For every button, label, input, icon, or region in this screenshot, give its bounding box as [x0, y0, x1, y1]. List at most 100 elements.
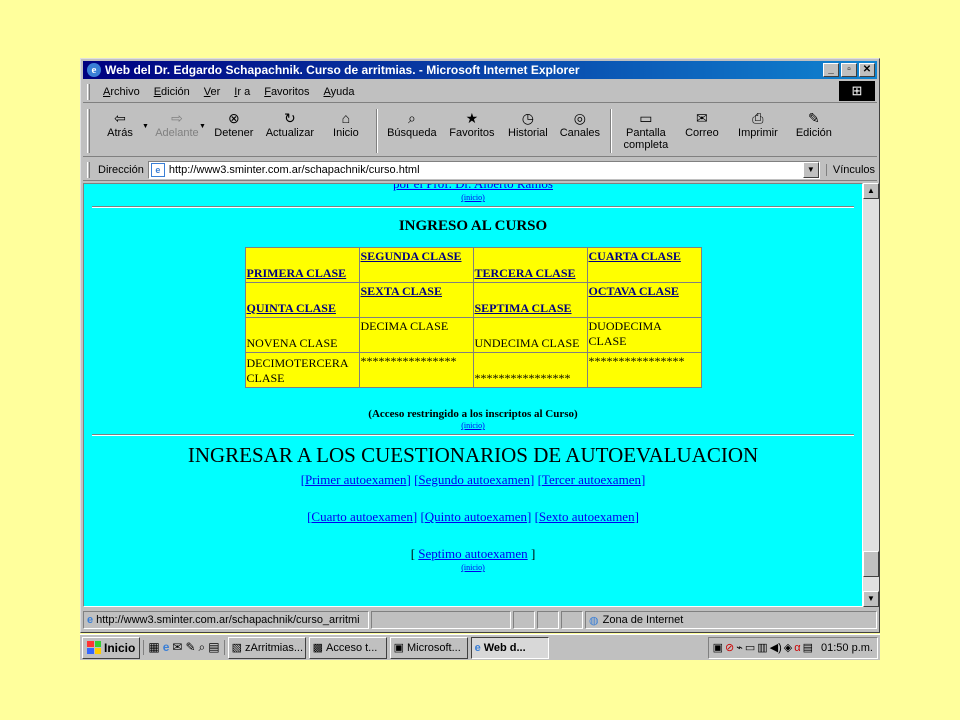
refresh-button[interactable]: ↻ Actualizar	[260, 109, 320, 139]
grip-handle[interactable]	[87, 161, 90, 178]
inicio-link[interactable]: (inicio)	[461, 421, 485, 430]
windows-logo-icon: ⊞	[839, 81, 875, 101]
class-link-5[interactable]: QUINTA CLASE	[247, 301, 336, 315]
classes-table: PRIMERA CLASE SEGUNDA CLASE TERCERA CLAS…	[244, 247, 702, 388]
menu-ayuda[interactable]: Ayuda	[316, 86, 361, 98]
folder-icon[interactable]: ▤	[208, 640, 219, 655]
forward-dropdown-icon[interactable]: ▼	[199, 123, 206, 130]
address-input[interactable]	[168, 163, 803, 176]
speaker-icon[interactable]: ◀)	[770, 641, 782, 654]
zone-label: Zona de Internet	[602, 614, 684, 626]
task-button-microsoft[interactable]: ▣ Microsoft...	[389, 636, 468, 659]
quiz-link-4[interactable]: [Cuarto autoexamen]	[307, 509, 417, 524]
globe-icon: ◍	[589, 614, 599, 627]
placeholder-cell: ****************	[587, 353, 701, 387]
clock[interactable]: 01:50 p.m.	[821, 642, 873, 654]
favorites-icon: ★	[465, 110, 479, 126]
back-button[interactable]: ⇦ Atrás	[94, 109, 146, 139]
edit-button[interactable]: ✎ Edición	[788, 109, 840, 139]
back-dropdown-icon[interactable]: ▼	[142, 123, 149, 130]
inicio-link[interactable]: (inicio)	[461, 193, 485, 202]
connection-icon[interactable]: ⌁	[736, 641, 743, 654]
links-label[interactable]: Vínculos	[825, 163, 875, 176]
forward-button[interactable]: ⇨ Adelante	[151, 109, 203, 139]
class-link-7[interactable]: SEPTIMA CLASE	[475, 301, 572, 315]
class-link-6[interactable]: SEXTA CLASE	[361, 284, 442, 298]
quiz-link-2[interactable]: [Segundo autoexamen]	[414, 472, 534, 487]
task-button-acceso[interactable]: ▩ Acceso t...	[308, 636, 387, 659]
search-button[interactable]: ⌕ Búsqueda	[382, 109, 442, 139]
menu-edicion[interactable]: Edición	[147, 86, 197, 98]
monitor-icon[interactable]: ▭	[745, 641, 755, 654]
quiz-link-5[interactable]: [Quinto autoexamen]	[420, 509, 531, 524]
edit-icon: ✎	[808, 110, 820, 126]
table-cell: SEPTIMA CLASE	[473, 283, 587, 317]
maximize-button[interactable]: ▫	[841, 63, 857, 77]
class-link-3[interactable]: TERCERA CLASE	[475, 266, 576, 280]
quiz-link-6[interactable]: [Sexto autoexamen]	[535, 509, 639, 524]
history-button[interactable]: ◷ Historial	[502, 109, 554, 139]
menu-archivo[interactable]: Archivo	[96, 86, 147, 98]
close-button[interactable]: ✕	[859, 63, 875, 77]
tray-app-icon[interactable]: ▤	[803, 641, 813, 654]
inicio-link[interactable]: (inicio)	[461, 563, 485, 572]
task-button-web[interactable]: e Web d...	[470, 636, 549, 659]
quiz-link-7[interactable]: Septimo autoexamen	[418, 546, 527, 561]
channels-button[interactable]: ◎ Canales	[554, 109, 606, 139]
class-link-2[interactable]: SEGUNDA CLASE	[361, 249, 462, 263]
menu-ver[interactable]: Ver	[197, 86, 228, 98]
tray-app-icon[interactable]: ◈	[784, 641, 792, 654]
address-dropdown-icon[interactable]: ▼	[802, 161, 819, 178]
scroll-down-icon[interactable]: ▼	[863, 591, 879, 607]
desktop-icon[interactable]: ▦	[148, 640, 159, 655]
tray-app-icon[interactable]: α	[794, 642, 800, 654]
refresh-icon: ↻	[284, 110, 296, 126]
print-button[interactable]: ⎙ Imprimir	[728, 109, 788, 139]
vertical-scrollbar[interactable]: ▲ ▼	[863, 183, 879, 607]
access-icon: ▩	[312, 642, 323, 654]
menu-ir-a[interactable]: Ir a	[227, 86, 257, 98]
home-icon: ⌂	[341, 110, 351, 126]
browser-window: e Web del Dr. Edgardo Schapachnik. Curso…	[80, 58, 880, 633]
grip-handle[interactable]	[87, 109, 90, 153]
minimize-button[interactable]: _	[823, 63, 839, 77]
quiz-heading: INGRESAR A LOS CUESTIONARIOS DE AUTOEVAL…	[187, 443, 759, 467]
standard-toolbar: ⇦ Atrás ▼ ⇨ Adelante ▼ ⊗ Detener ↻ Actualiza…	[83, 105, 877, 157]
home-button[interactable]: ⌂ Inicio	[320, 109, 372, 139]
pen-icon[interactable]: ✎	[185, 640, 195, 655]
search-icon[interactable]: ⌕	[199, 640, 206, 655]
toolbar-separator	[609, 109, 612, 153]
scroll-up-icon[interactable]: ▲	[863, 183, 879, 199]
class-link-1[interactable]: PRIMERA CLASE	[247, 266, 347, 280]
start-button[interactable]: Inicio	[82, 636, 141, 659]
ie-icon: e	[87, 63, 101, 77]
class-cell-9: NOVENA CLASE	[245, 318, 359, 352]
quiz-link-3[interactable]: [Tercer autoexamen]	[538, 472, 646, 487]
author-link[interactable]: por el Prof. Dr. Alberto Ramos	[393, 184, 553, 191]
grip-handle[interactable]	[87, 83, 90, 100]
status-url-panel: e http://www3.sminter.com.ar/schapachnik…	[83, 611, 369, 629]
address-field[interactable]: e ▼	[147, 160, 820, 179]
address-label: Dirección	[98, 163, 144, 176]
antivirus-icon[interactable]: ⊘	[725, 641, 734, 654]
network-icon[interactable]: ▣	[713, 641, 723, 654]
fullscreen-button[interactable]: ▭ Pantalla completa	[616, 109, 676, 151]
scroll-thumb[interactable]	[863, 551, 879, 577]
ie-icon[interactable]: e	[163, 640, 170, 655]
title-bar[interactable]: e Web del Dr. Edgardo Schapachnik. Curso…	[83, 61, 877, 79]
stop-button[interactable]: ⊗ Detener	[208, 109, 260, 139]
outlook-icon[interactable]: ✉	[172, 640, 182, 655]
taskbar: Inicio ▦ e ✉ ✎ ⌕ ▤ ▧ zArritmias... ▩ Acces…	[80, 634, 880, 660]
mail-button[interactable]: ✉ Correo	[676, 109, 728, 139]
menu-favoritos[interactable]: Favoritos	[257, 86, 316, 98]
class-link-8[interactable]: OCTAVA CLASE	[589, 284, 679, 298]
tray-app-icon[interactable]: ▥	[757, 641, 767, 654]
back-arrow-icon: ⇦	[114, 110, 126, 126]
task-button-arritmias[interactable]: ▧ zArritmias...	[227, 636, 306, 659]
class-link-4[interactable]: CUARTA CLASE	[589, 249, 681, 263]
table-row: QUINTA CLASE SEXTA CLASE SEPTIMA CLASE O…	[245, 283, 701, 317]
favorites-button[interactable]: ★ Favoritos	[442, 109, 502, 139]
quiz-links-row-1: [Primer autoexamen] [Segundo autoexamen]…	[84, 472, 862, 488]
page-content: por el Prof. Dr. Alberto Ramos (inicio) …	[83, 183, 863, 607]
quiz-link-1[interactable]: [Primer autoexamen]	[301, 472, 411, 487]
